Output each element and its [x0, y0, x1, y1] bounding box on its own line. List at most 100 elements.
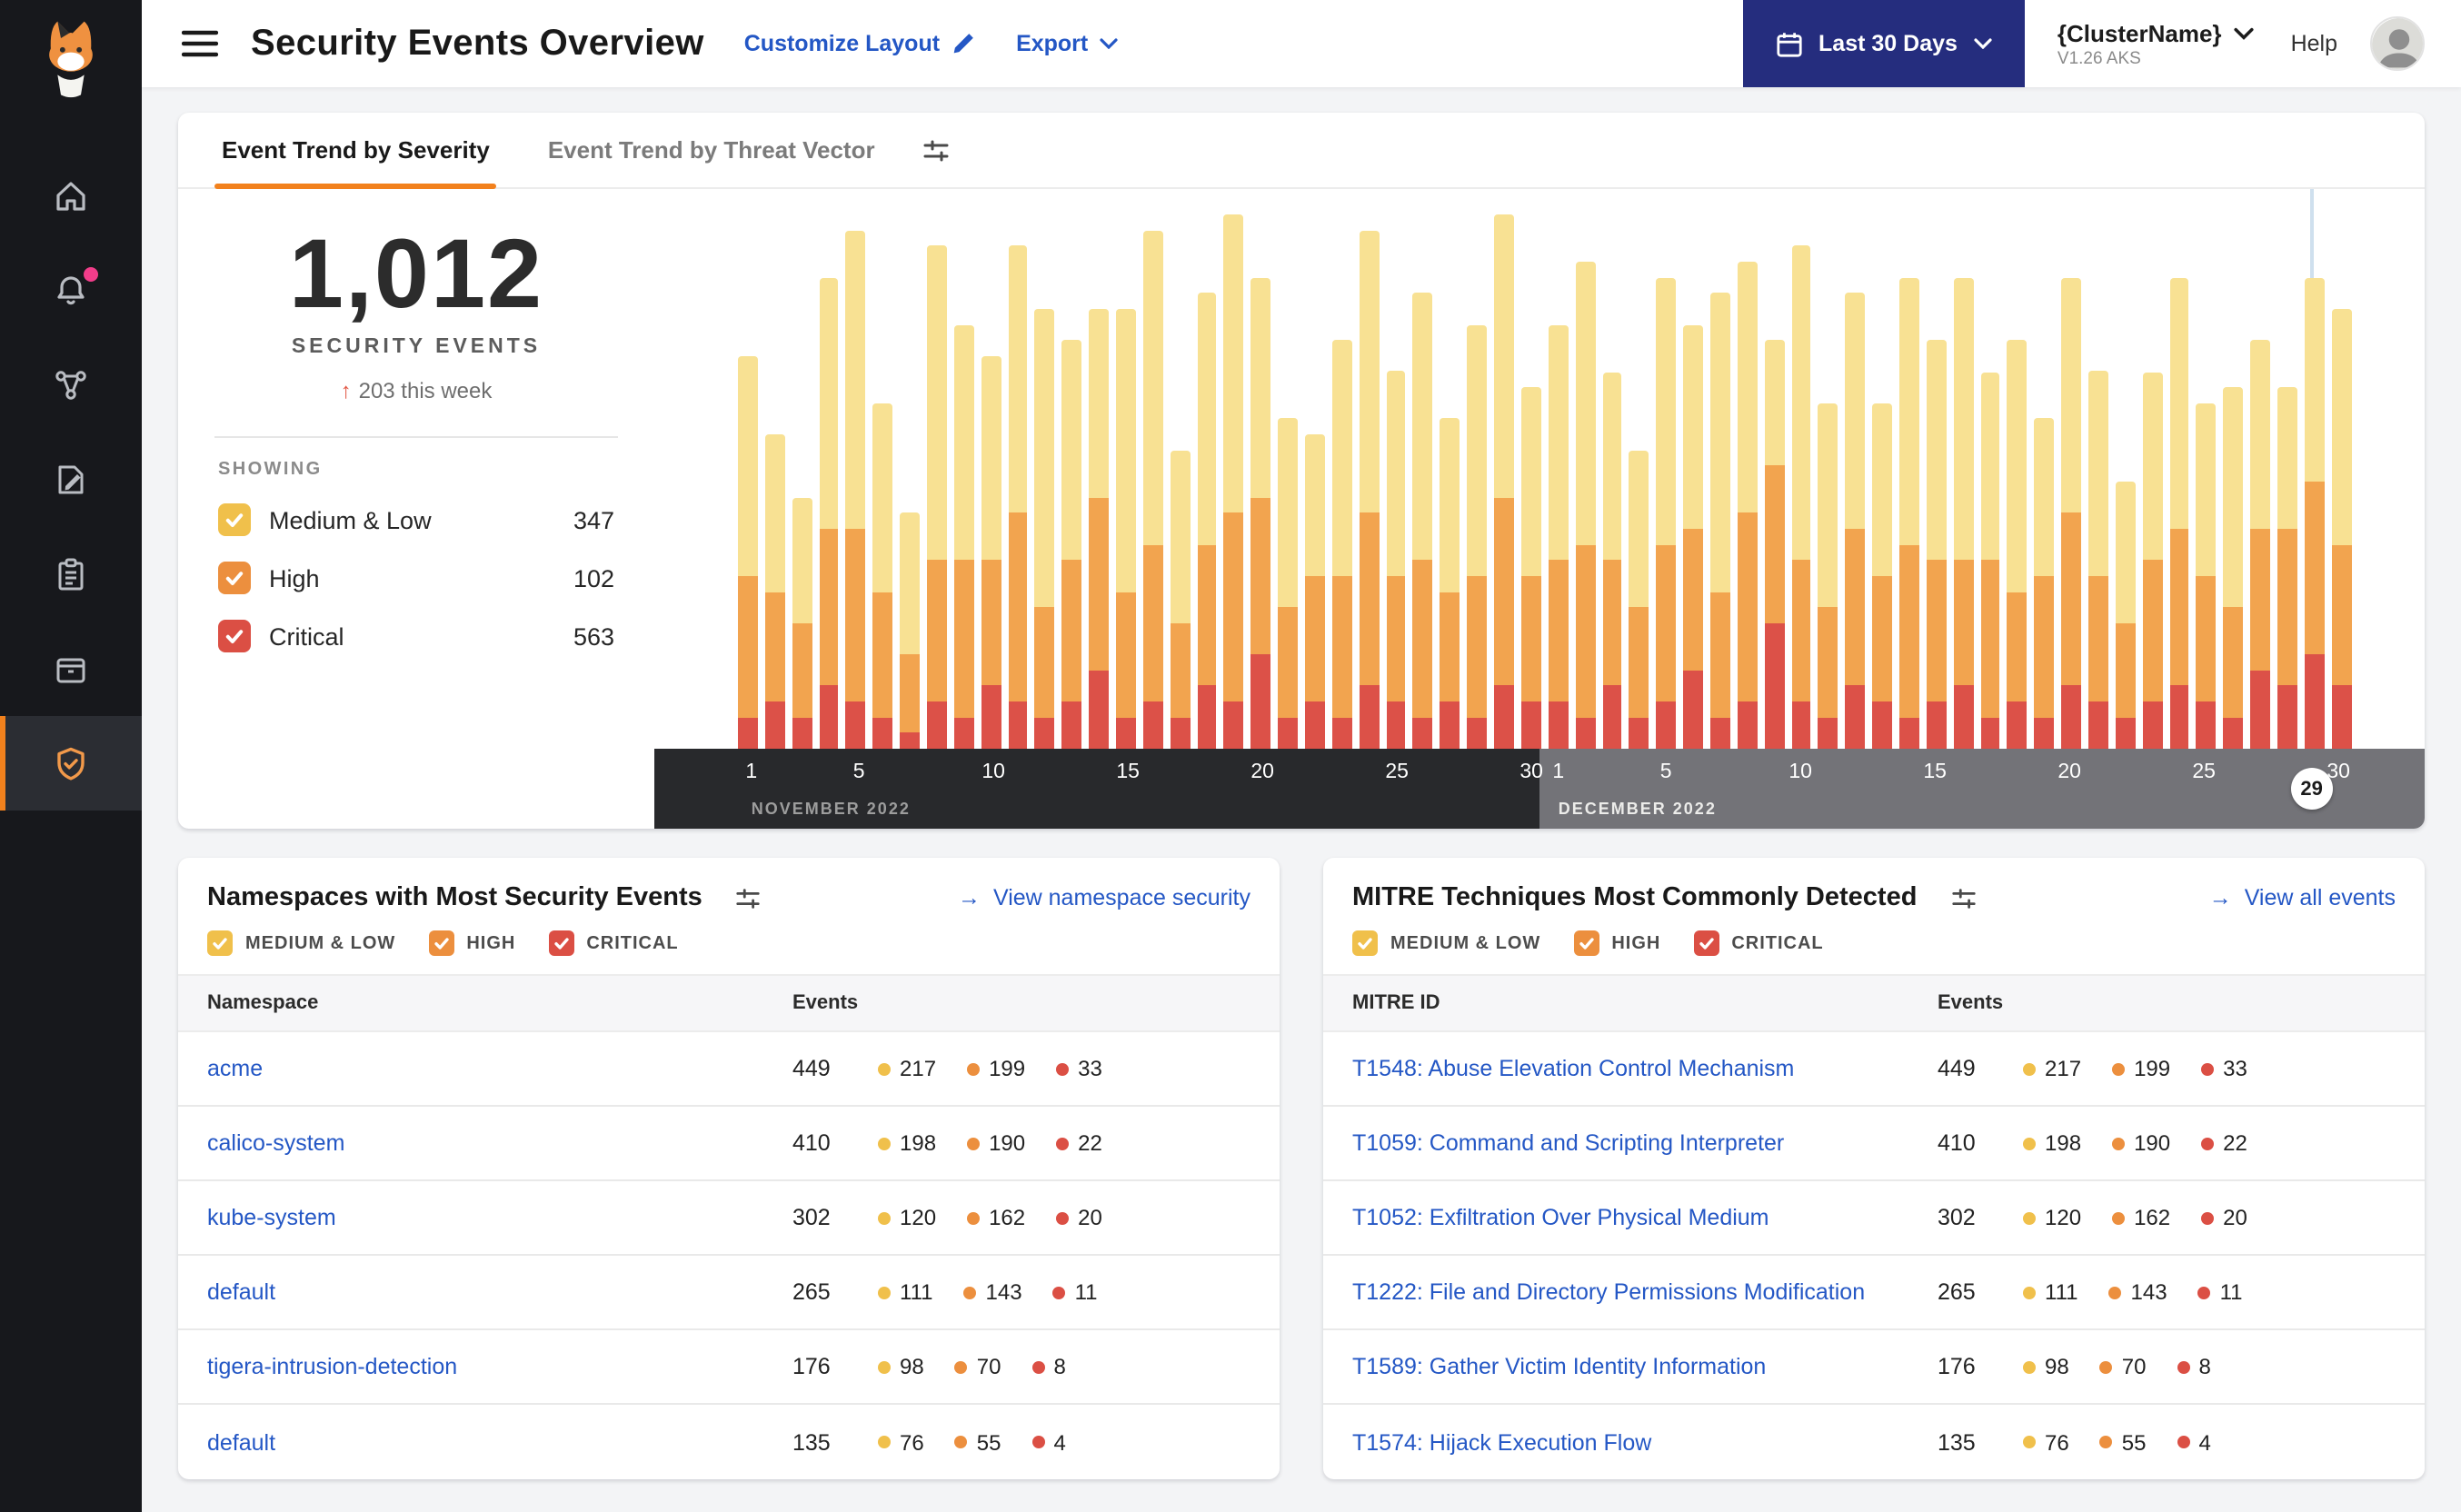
chart-bar[interactable] — [2223, 214, 2244, 749]
chart-bar[interactable] — [953, 214, 974, 749]
chart-bar[interactable] — [1575, 214, 1595, 749]
chart-bar[interactable] — [2250, 214, 2270, 749]
row-link[interactable]: acme — [207, 1056, 792, 1081]
chart-bar[interactable] — [1386, 214, 1406, 749]
view-all-events-link[interactable]: → View all events — [2209, 885, 2396, 910]
chart-bar[interactable] — [1845, 214, 1866, 749]
chart-bar[interactable] — [1223, 214, 1244, 749]
chart-bar[interactable] — [1170, 214, 1191, 749]
chart-bar[interactable] — [981, 214, 1001, 749]
chart-bar[interactable] — [1926, 214, 1947, 749]
chart-bar[interactable] — [1602, 214, 1622, 749]
chart-bar[interactable] — [1250, 214, 1271, 749]
row-link[interactable]: tigera-intrusion-detection — [207, 1354, 792, 1379]
view-namespace-security-link[interactable]: → View namespace security — [958, 885, 1250, 910]
chart-bar[interactable] — [1197, 214, 1217, 749]
severity-checkbox[interactable] — [218, 562, 251, 594]
chart-bar[interactable] — [1089, 214, 1110, 749]
sidebar-item-policies[interactable] — [0, 433, 142, 527]
chart-bar[interactable] — [2061, 214, 2081, 749]
chart-bar[interactable] — [927, 214, 947, 749]
chart-bar[interactable] — [1791, 214, 1811, 749]
chart-bar[interactable] — [1278, 214, 1299, 749]
severity-checkbox[interactable] — [1693, 930, 1719, 956]
user-avatar[interactable] — [2370, 16, 2425, 71]
row-link[interactable]: T1548: Abuse Elevation Control Mechanism — [1352, 1056, 1938, 1081]
chart-bar[interactable] — [1898, 214, 1919, 749]
calico-cat-logo[interactable] — [0, 0, 142, 116]
row-link[interactable]: T1574: Hijack Execution Flow — [1352, 1429, 1938, 1455]
chart-bar[interactable] — [1629, 214, 1649, 749]
chart-bar[interactable] — [1305, 214, 1325, 749]
severity-checkbox[interactable] — [548, 930, 574, 956]
row-link[interactable]: default — [207, 1429, 792, 1455]
customize-layout-link[interactable]: Customize Layout — [744, 31, 976, 56]
chart-bar[interactable] — [2115, 214, 2136, 749]
chart-bar[interactable] — [900, 214, 921, 749]
chart-bar[interactable] — [738, 214, 758, 749]
chart-bar[interactable] — [1494, 214, 1514, 749]
tab-event-trend-by-threat-vector[interactable]: Event Trend by Threat Vector — [519, 113, 904, 187]
severity-filter-medium-low[interactable]: MEDIUM & LOW — [1352, 930, 1540, 956]
export-menu-button[interactable]: Export — [1016, 31, 1117, 56]
chart-bar[interactable] — [1656, 214, 1677, 749]
chart-bar[interactable] — [1412, 214, 1433, 749]
chart-bar[interactable] — [1359, 214, 1380, 749]
date-range-button[interactable]: Last 30 Days — [1742, 0, 2025, 87]
chart-bar[interactable] — [1737, 214, 1758, 749]
row-link[interactable]: kube-system — [207, 1205, 792, 1230]
chart-bar[interactable] — [845, 214, 866, 749]
mitre-settings-icon[interactable] — [1931, 884, 1995, 911]
chart-bar[interactable] — [819, 214, 839, 749]
chart-bar[interactable] — [2304, 214, 2325, 749]
sidebar-item-workloads[interactable] — [0, 622, 142, 716]
cluster-selector[interactable]: {ClusterName} V1.26 AKS — [2057, 19, 2255, 68]
chart-bar[interactable] — [1440, 214, 1460, 749]
chart-bar[interactable] — [1008, 214, 1028, 749]
chart-bar[interactable] — [1061, 214, 1082, 749]
severity-checkbox[interactable] — [207, 930, 233, 956]
chart-bar[interactable] — [1764, 214, 1785, 749]
chart-bar[interactable] — [1872, 214, 1892, 749]
severity-checkbox[interactable] — [1352, 930, 1378, 956]
chart-bar[interactable] — [1953, 214, 1974, 749]
chart-bar[interactable] — [2142, 214, 2163, 749]
chart-bar[interactable] — [1467, 214, 1488, 749]
chart-bar[interactable] — [2277, 214, 2297, 749]
severity-filter-critical[interactable]: CRITICAL — [1693, 930, 1823, 956]
chart-bar[interactable] — [2034, 214, 2055, 749]
chart-bar[interactable] — [2169, 214, 2189, 749]
chart-bar[interactable] — [1818, 214, 1838, 749]
sidebar-item-threat-defense[interactable] — [0, 716, 142, 811]
row-link[interactable]: default — [207, 1279, 792, 1305]
chart-bar[interactable] — [764, 214, 785, 749]
severity-checkbox[interactable] — [1573, 930, 1599, 956]
chart-settings-icon[interactable] — [904, 113, 970, 187]
severity-filter-critical[interactable]: CRITICAL — [548, 930, 678, 956]
chart-bar[interactable] — [792, 214, 812, 749]
chart-bar[interactable] — [1142, 214, 1163, 749]
tab-event-trend-by-severity[interactable]: Event Trend by Severity — [193, 113, 519, 189]
row-link[interactable]: T1589: Gather Victim Identity Informatio… — [1352, 1354, 1938, 1379]
severity-checkbox[interactable] — [218, 620, 251, 652]
chart-bar[interactable] — [872, 214, 893, 749]
help-link[interactable]: Help — [2291, 31, 2337, 56]
chart-bar[interactable] — [1980, 214, 2000, 749]
chart-bar[interactable] — [1548, 214, 1569, 749]
severity-checkbox[interactable] — [218, 503, 251, 536]
menu-button[interactable] — [174, 22, 225, 65]
sidebar-item-service-graph[interactable] — [0, 338, 142, 433]
severity-filter-high[interactable]: HIGH — [428, 930, 515, 956]
chart-bar[interactable] — [1034, 214, 1055, 749]
chart-bar[interactable] — [2087, 214, 2108, 749]
namespaces-settings-icon[interactable] — [717, 884, 781, 911]
severity-filter-high[interactable]: HIGH — [1573, 930, 1660, 956]
selected-day-marker[interactable]: 29 — [2290, 768, 2333, 810]
chart-bar[interactable] — [1116, 214, 1136, 749]
sidebar-item-compliance[interactable] — [0, 527, 142, 622]
chart-bar[interactable] — [1683, 214, 1703, 749]
row-link[interactable]: T1052: Exfiltration Over Physical Medium — [1352, 1205, 1938, 1230]
chart-bar[interactable] — [2196, 214, 2217, 749]
chart-bar[interactable] — [2331, 214, 2352, 749]
severity-filter-medium-low[interactable]: MEDIUM & LOW — [207, 930, 395, 956]
